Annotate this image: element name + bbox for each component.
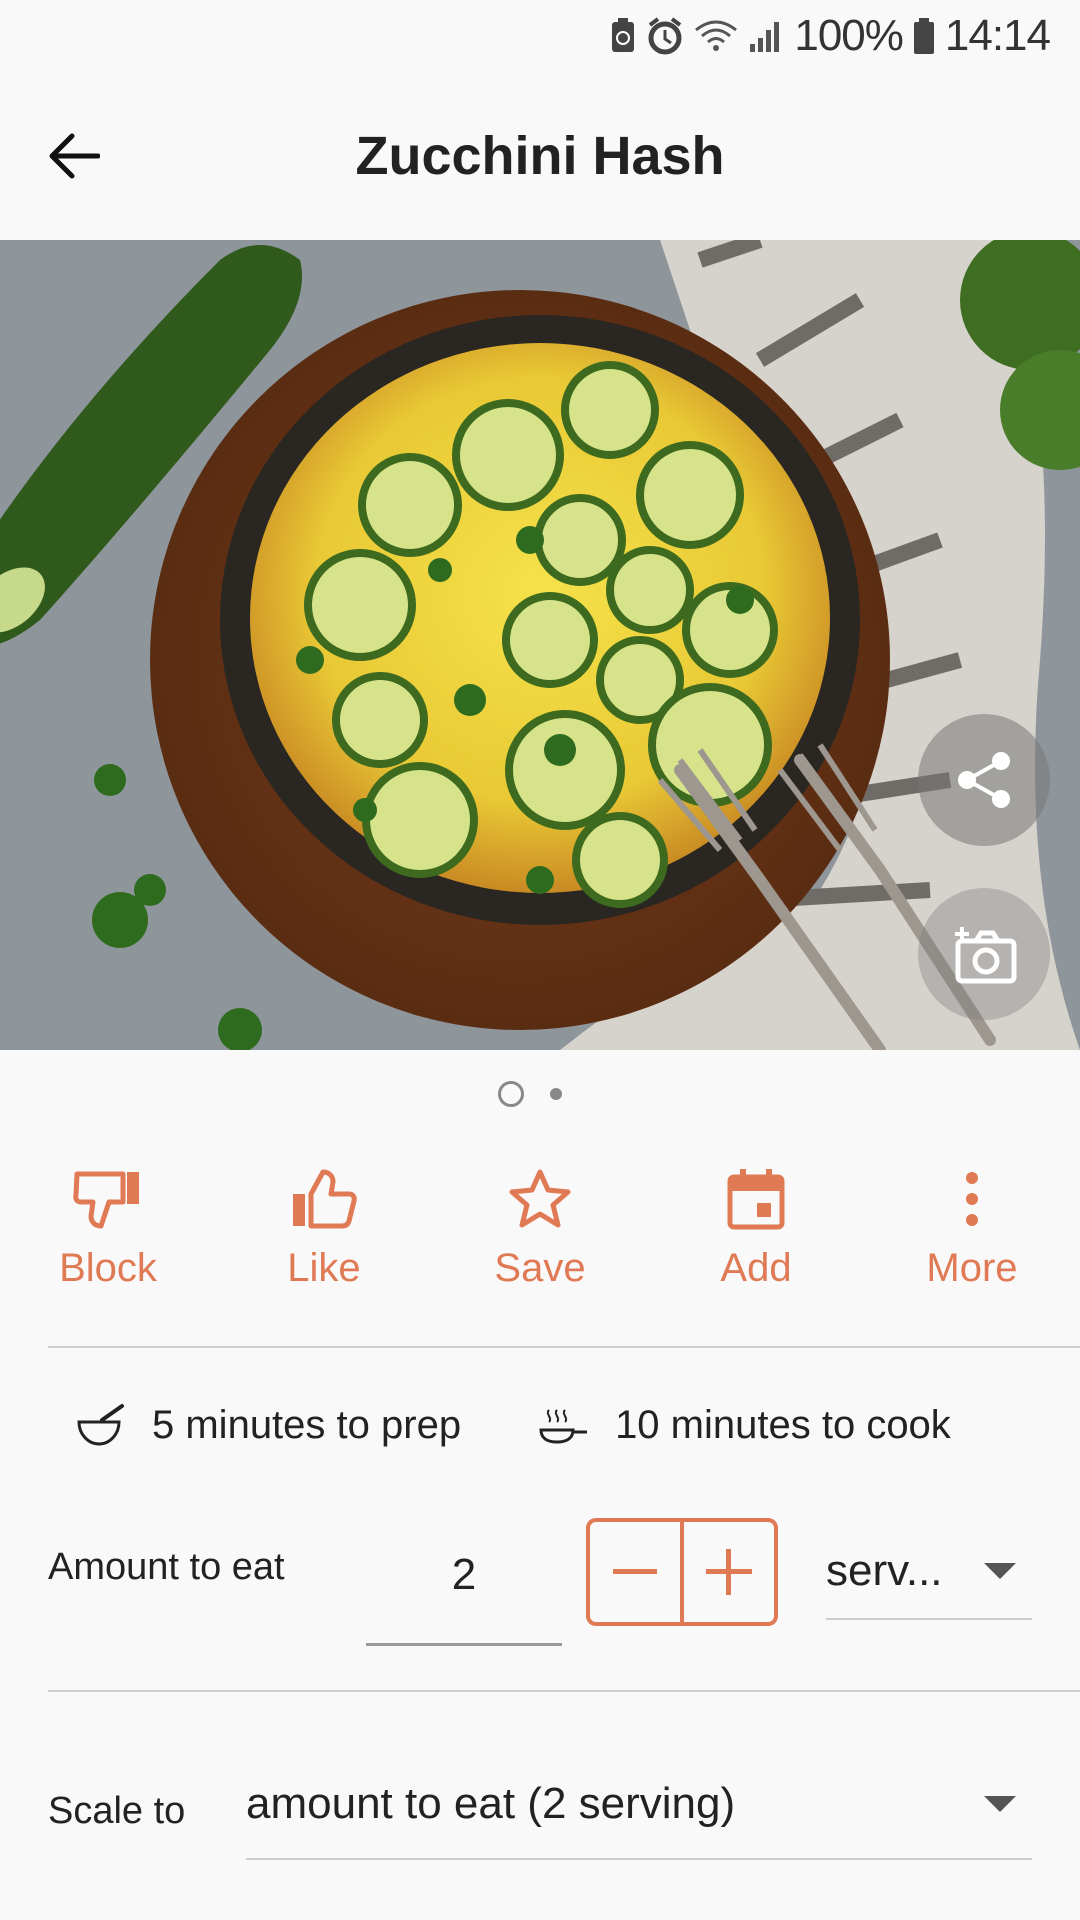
food-illustration (0, 240, 1080, 1050)
back-button[interactable] (28, 110, 120, 202)
unit-select[interactable]: serv... (826, 1524, 1032, 1620)
battery-icon (913, 17, 935, 55)
calendar-icon (727, 1169, 785, 1230)
save-label: Save (494, 1246, 586, 1290)
star-icon (509, 1169, 571, 1228)
block-button[interactable]: Block (0, 1160, 216, 1300)
scale-select[interactable]: amount to eat (2 serving) (246, 1750, 1032, 1860)
app-bar: Zucchini Hash (0, 72, 1080, 240)
add-photo-icon (955, 927, 1017, 984)
share-icon (958, 752, 1010, 808)
more-vertical-icon (966, 1172, 978, 1226)
dropdown-arrow-icon (984, 1563, 1016, 1579)
image-pager (0, 1080, 1080, 1108)
block-label: Block (59, 1246, 157, 1290)
cook-time-text: 10 minutes to cook (615, 1402, 951, 1447)
add-photo-button[interactable] (918, 888, 1050, 1020)
divider (48, 1346, 1080, 1348)
pager-dot-active[interactable] (498, 1081, 524, 1107)
plus-icon (706, 1549, 752, 1595)
increment-button[interactable] (684, 1522, 774, 1622)
prep-time-text: 5 minutes to prep (152, 1402, 462, 1447)
action-row: Block Like Save Add More (0, 1160, 1080, 1300)
battery-percent: 100% (794, 11, 904, 60)
amount-label: Amount to eat (48, 1546, 285, 1588)
battery-saver-icon (610, 18, 636, 54)
amount-input[interactable]: 2 (366, 1506, 562, 1646)
like-button[interactable]: Like (216, 1160, 432, 1300)
more-button[interactable]: More (864, 1160, 1080, 1300)
scale-label: Scale to (48, 1790, 186, 1832)
signal-icon (748, 18, 784, 54)
arrow-back-icon (49, 133, 100, 179)
divider (48, 1690, 1080, 1692)
decrement-button[interactable] (590, 1522, 680, 1622)
time-row: 5 minutes to prep 10 minutes to cook (0, 1390, 1080, 1460)
like-label: Like (287, 1246, 361, 1290)
minus-icon (613, 1569, 657, 1574)
cook-time: 10 minutes to cook (539, 1403, 951, 1448)
more-label: More (926, 1246, 1018, 1290)
prep-time: 5 minutes to prep (76, 1403, 461, 1448)
recipe-photo[interactable] (0, 240, 1080, 1050)
share-button[interactable] (918, 714, 1050, 846)
frying-pan-icon (539, 1409, 588, 1444)
save-button[interactable]: Save (432, 1160, 648, 1300)
alarm-icon (646, 17, 684, 55)
page-title: Zucchini Hash (355, 126, 725, 186)
scale-select-value: amount to eat (2 serving) (246, 1779, 736, 1828)
wifi-icon (694, 18, 738, 54)
quantity-stepper (586, 1518, 778, 1626)
mortar-pestle-icon (77, 1404, 124, 1446)
unit-select-value: serv... (826, 1546, 943, 1595)
clock: 14:14 (944, 11, 1051, 60)
thumbs-up-icon (293, 1169, 357, 1229)
add-label: Add (720, 1246, 792, 1290)
add-to-calendar-button[interactable]: Add (648, 1160, 864, 1300)
dropdown-arrow-icon (984, 1796, 1016, 1812)
status-bar: 100% 14:14 (0, 0, 1080, 72)
pager-dot[interactable] (550, 1088, 562, 1100)
thumbs-down-icon (73, 1171, 139, 1229)
